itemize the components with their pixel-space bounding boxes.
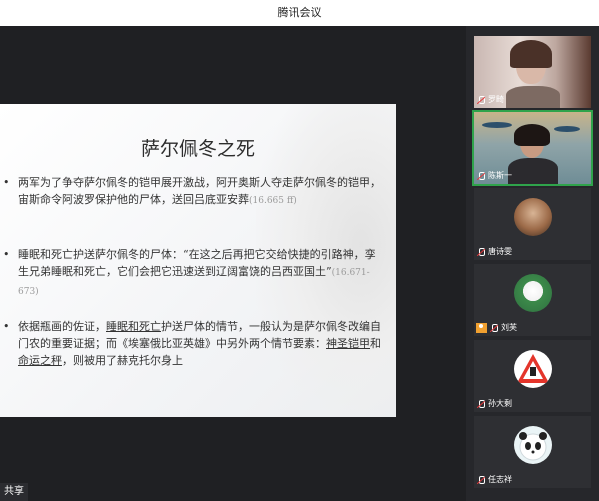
participant-namebar: 刘芙 <box>476 321 517 334</box>
bullet-text: 睡眠和死亡护送萨尔佩冬的尸体：“在这之后再把它交给快捷的引路神，孪生兄弟睡眠和死… <box>18 248 376 278</box>
avatar <box>514 426 552 464</box>
bullet-dot: • <box>3 248 10 261</box>
participant-namebar: 孙大剩 <box>476 397 512 410</box>
participant-name: 任志祥 <box>488 475 512 484</box>
bullet-text: ，则被用了赫克托尔身上 <box>62 354 183 367</box>
participant-name: 唐诗雯 <box>488 247 512 256</box>
participant-tile-4[interactable]: 刘芙 <box>474 264 591 336</box>
participant-sidebar: 罗畸 陈斯一 唐诗雯 刘芙 孙大剩 任志祥 <box>466 26 599 501</box>
underlined-phrase: 命运之秤 <box>18 354 62 367</box>
bullet-dot: • <box>3 320 10 333</box>
avatar <box>514 350 552 388</box>
window-title: 腾讯会议 <box>277 6 322 19</box>
presentation-slide: 萨尔佩冬之死 • 两军为了争夺萨尔佩冬的铠甲展开激战，阿开奥斯人夺走萨尔佩冬的铠… <box>0 104 396 417</box>
participant-tile-6[interactable]: 任志祥 <box>474 416 591 488</box>
slide-bullet-1: • 两军为了争夺萨尔佩冬的铠甲展开激战，阿开奥斯人夺走萨尔佩冬的铠甲，宙斯命令阿… <box>0 174 386 228</box>
underlined-phrase: 神圣铠甲 <box>326 337 370 350</box>
participant-name: 罗畸 <box>488 95 504 104</box>
participant-namebar: 罗畸 <box>476 93 504 106</box>
slide-bullet-3: • 依据瓶画的佐证，睡眠和死亡护送尸体的情节，一般认为是萨尔佩冬改编自门农的重要… <box>0 318 386 390</box>
participant-tile-2[interactable]: 陈斯一 <box>472 110 593 186</box>
participant-name: 陈斯一 <box>488 171 512 180</box>
share-indicator[interactable]: 共享 <box>0 483 28 501</box>
warning-sign-icon <box>517 354 549 383</box>
participant-namebar: 唐诗雯 <box>476 245 512 258</box>
bullet-dot: • <box>3 176 10 189</box>
bullet-text: 两军为了争夺萨尔佩冬的铠甲展开激战，阿开奥斯人夺走萨尔佩冬的铠甲，宙斯命令阿波罗… <box>18 176 381 206</box>
avatar <box>514 274 552 312</box>
mic-muted-icon <box>489 323 499 333</box>
bullet-text: 依据瓶画的佐证， <box>18 320 106 333</box>
slide-bullet-2: • 睡眠和死亡护送萨尔佩冬的尸体：“在这之后再把它交给快捷的引路神，孪生兄弟睡眠… <box>0 246 386 300</box>
participant-name: 孙大剩 <box>488 399 512 408</box>
participant-namebar: 任志祥 <box>476 473 512 486</box>
slide-title: 萨尔佩冬之死 <box>140 138 255 160</box>
underlined-phrase: 睡眠和死亡 <box>106 320 161 333</box>
participant-tile-5[interactable]: 孙大剩 <box>474 340 591 412</box>
participant-tile-1[interactable]: 罗畸 <box>474 36 591 108</box>
mic-muted-icon <box>476 247 486 257</box>
bullet-text: 和 <box>370 337 381 350</box>
user-icon <box>476 322 487 333</box>
mic-muted-icon <box>476 95 486 105</box>
mic-muted-icon <box>476 171 486 181</box>
mic-muted-icon <box>476 475 486 485</box>
panda-avatar-icon <box>519 432 547 461</box>
participant-tile-3[interactable]: 唐诗雯 <box>474 188 591 260</box>
bullet-reference: (16.665 ff) <box>249 196 297 206</box>
mic-muted-icon <box>476 399 486 409</box>
avatar <box>514 198 552 236</box>
participant-name: 刘芙 <box>501 323 517 332</box>
title-bar: 腾讯会议 <box>0 0 599 26</box>
participant-namebar: 陈斯一 <box>476 169 512 182</box>
